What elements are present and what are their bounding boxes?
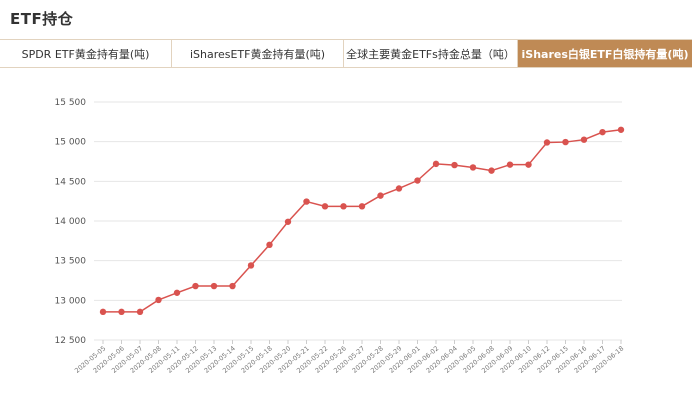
- data-point: [303, 198, 310, 205]
- data-point: [562, 138, 569, 146]
- data-point: [599, 128, 606, 136]
- data-point: [432, 160, 440, 168]
- data-point: [543, 139, 551, 146]
- y-tick-label: 13 000: [55, 296, 87, 306]
- y-tick-label: 15 500: [55, 98, 87, 108]
- data-point: [155, 296, 162, 304]
- tab-spdr-gold[interactable]: SPDR ETF黄金持有量(吨): [0, 40, 172, 67]
- data-point: [580, 136, 588, 143]
- tab-ishares-silver[interactable]: iShares白银ETF白银持有量(吨): [518, 40, 692, 67]
- data-point: [118, 308, 125, 316]
- data-point: [247, 262, 255, 269]
- data-point: [377, 192, 384, 199]
- data-point: [358, 203, 366, 210]
- data-point: [210, 282, 218, 290]
- data-point: [451, 161, 458, 169]
- data-point: [266, 241, 273, 248]
- y-tick-label: 14 500: [55, 177, 87, 187]
- y-tick-label: 15 000: [55, 138, 87, 148]
- data-point: [173, 289, 181, 296]
- tab-global-gold-etfs[interactable]: 全球主要黄金ETFs持金总量（吨）: [344, 40, 518, 67]
- data-point: [284, 218, 292, 225]
- data-point: [395, 185, 403, 192]
- y-tick-label: 12 500: [55, 336, 87, 346]
- tab-ishares-gold[interactable]: iSharesETF黄金持有量(吨): [172, 40, 344, 67]
- data-point: [506, 161, 514, 168]
- data-point: [617, 126, 625, 133]
- page-title: ETF持仓: [10, 10, 74, 28]
- line-chart: 12 500 13 000 13 500 14 000 14 500 15 000 15 5…: [55, 98, 626, 375]
- data-point: [469, 164, 477, 171]
- data-point: [321, 203, 329, 210]
- data-point: [136, 308, 144, 316]
- data-point: [192, 282, 199, 290]
- data-point: [340, 203, 347, 210]
- data-point: [488, 167, 495, 174]
- data-point: [525, 161, 532, 168]
- data-point: [229, 282, 236, 290]
- y-tick-label: 13 500: [55, 257, 87, 267]
- data-point: [414, 177, 421, 184]
- y-tick-label: 14 000: [55, 217, 87, 227]
- data-point: [99, 308, 107, 316]
- tab-bar: SPDR ETF黄金持有量(吨) iSharesETF黄金持有量(吨) 全球主要…: [0, 39, 692, 68]
